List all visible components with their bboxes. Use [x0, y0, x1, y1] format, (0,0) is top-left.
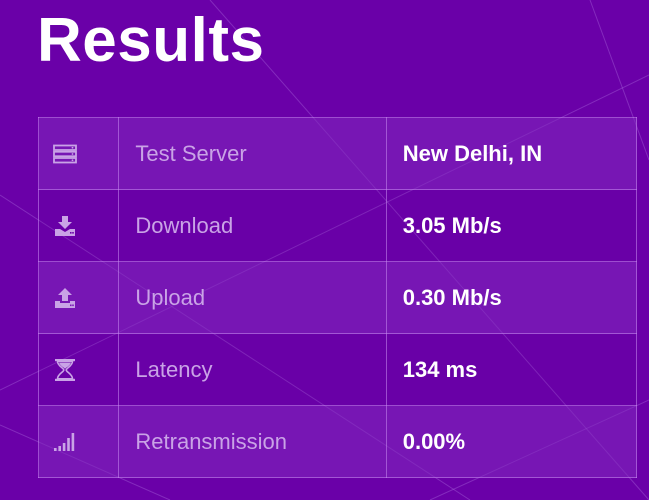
result-value: 0.30 Mb/s [385, 261, 638, 334]
result-row-test-server: Test Server New Delhi, IN [37, 117, 638, 190]
result-value: 134 ms [385, 333, 638, 406]
page-title: Results [37, 6, 265, 75]
result-row-retransmission: Retransmission 0.00% [37, 405, 638, 478]
result-row-upload: Upload 0.30 Mb/s [37, 261, 638, 334]
hourglass-icon [53, 358, 118, 382]
download-icon [53, 215, 118, 237]
results-table: Test Server New Delhi, IN Download 3.05 … [37, 117, 638, 478]
result-row-download: Download 3.05 Mb/s [37, 189, 638, 262]
result-label: Upload [118, 261, 387, 334]
result-value: New Delhi, IN [385, 117, 638, 190]
signal-bars-icon [53, 432, 118, 452]
result-value: 3.05 Mb/s [385, 189, 638, 262]
result-row-latency: Latency 134 ms [37, 333, 638, 406]
server-icon [53, 144, 118, 164]
upload-icon [53, 287, 118, 309]
result-value: 0.00% [385, 405, 638, 478]
result-label: Latency [118, 333, 387, 406]
result-label: Test Server [118, 117, 387, 190]
result-label: Retransmission [118, 405, 387, 478]
result-label: Download [118, 189, 387, 262]
